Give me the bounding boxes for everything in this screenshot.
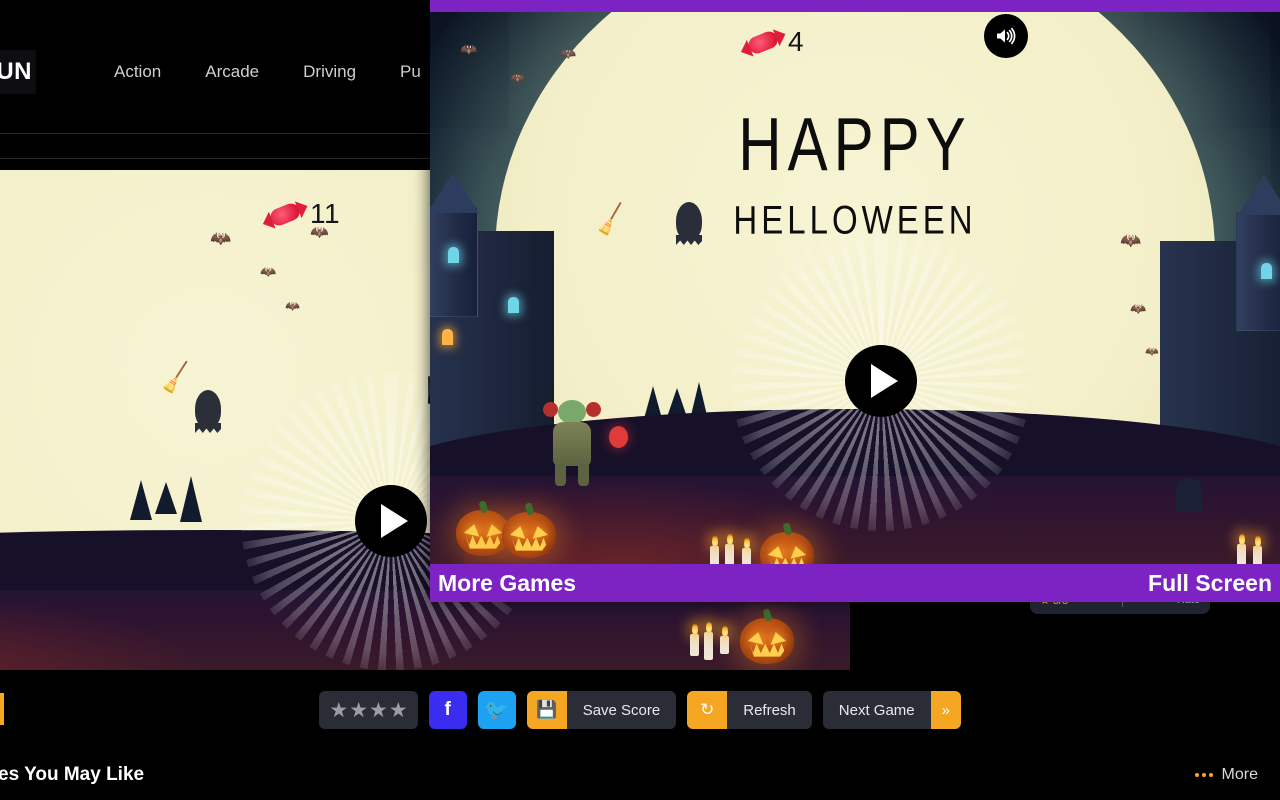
candy-icon — [267, 200, 303, 228]
clown-enemy — [542, 400, 628, 486]
pine-tree — [180, 476, 202, 522]
game-action-bar: ★ ★ ★ ★ f 🐦 💾 Save Score ↻ Refresh » Nex… — [0, 670, 1280, 750]
halloween-scene-popup: 🦇 🦇 🦇 🦇 🦇 🦇 🦇 🦇 🧹 — [430, 12, 1280, 564]
refresh-button[interactable]: ↻ Refresh — [687, 691, 812, 729]
bat-icon: 🦇 — [210, 229, 232, 248]
bat-icon: 🦇 — [560, 46, 577, 61]
section-title: es You May Like — [0, 764, 145, 785]
pumpkin-eye — [768, 630, 787, 645]
recommended-games-header: es You May Like More — [0, 750, 1280, 800]
pumpkin-mouth — [465, 535, 501, 549]
clown-leg — [578, 464, 589, 486]
pumpkin-mouth — [749, 643, 785, 657]
game-title-popup: HAPPY HELLOWEEN — [430, 103, 1280, 242]
bat-icon: 🦇 — [1145, 346, 1159, 358]
star-icon[interactable]: ★ — [369, 700, 388, 721]
clown-leg — [555, 464, 566, 486]
chevron-right-icon: » — [930, 691, 961, 729]
candy-score-value: 4 — [788, 26, 805, 57]
main-nav: Action Arcade Driving Pu — [0, 50, 443, 94]
candle — [725, 544, 734, 564]
save-score-button[interactable]: 💾 Save Score — [526, 691, 677, 729]
next-game-label: Next Game — [822, 691, 931, 729]
witch-icon: 🧹 — [157, 359, 196, 397]
save-score-label: Save Score — [566, 691, 677, 729]
castle-window — [442, 328, 453, 345]
clown-head — [558, 400, 586, 424]
candy-score-hud: 4 — [745, 26, 805, 58]
refresh-icon: ↻ — [687, 691, 728, 729]
pumpkin-eye — [463, 522, 482, 537]
candy-score-hud: 11 — [267, 198, 341, 230]
castle-window — [508, 296, 519, 313]
star-icon[interactable]: ★ — [389, 700, 408, 721]
play-area-popup — [730, 230, 1031, 531]
next-game-button[interactable]: » Next Game — [822, 691, 961, 729]
pumpkin-mouth — [511, 537, 547, 551]
play-button[interactable] — [354, 484, 427, 557]
castle-window — [1261, 262, 1272, 279]
pumpkin-eye — [747, 630, 766, 645]
sound-on-icon — [997, 27, 1016, 45]
game-title-main: HAPPY — [738, 102, 972, 187]
rating-stars[interactable]: ★ ★ ★ ★ — [319, 691, 418, 729]
popup-bottom-bar: More Games Full Screen — [430, 564, 1280, 602]
candy-icon — [745, 28, 781, 56]
balloon — [609, 426, 628, 448]
clown-hair — [543, 402, 558, 417]
candle — [1237, 544, 1246, 564]
play-area-background — [240, 370, 541, 670]
popup-top-bar — [430, 0, 1280, 12]
jack-o-lantern — [740, 618, 794, 664]
star-icon[interactable]: ★ — [349, 700, 368, 721]
bat-icon: 🦇 — [460, 41, 478, 57]
pumpkin-eye — [530, 524, 549, 539]
game-popup-window[interactable]: 🦇 🦇 🦇 🦇 🦇 🦇 🦇 🦇 🧹 — [430, 0, 1280, 602]
more-link[interactable]: More — [1194, 766, 1258, 784]
nav-item-driving[interactable]: Driving — [281, 50, 378, 94]
sound-toggle-button[interactable] — [984, 14, 1028, 58]
bat-icon: 🦇 — [1130, 301, 1147, 316]
candle — [690, 634, 699, 656]
pumpkin-eye — [788, 544, 807, 559]
clown-hair — [586, 402, 601, 417]
gravestone — [1176, 478, 1202, 512]
pumpkin-eye — [484, 522, 503, 537]
clipped-orange-accent — [0, 693, 4, 725]
screen-root: FUN Action Arcade Driving Pu 🦇 🦇 🦇 🦇 — [0, 0, 1280, 800]
full-screen-link[interactable]: Full Screen — [1148, 570, 1272, 597]
nav-item-arcade[interactable]: Arcade — [183, 50, 281, 94]
play-icon — [870, 363, 898, 398]
star-icon[interactable]: ★ — [329, 700, 348, 721]
jack-o-lantern — [502, 512, 556, 558]
refresh-label: Refresh — [727, 691, 812, 729]
candle — [704, 632, 713, 660]
save-icon: 💾 — [526, 691, 567, 729]
play-icon — [380, 503, 408, 538]
twitter-share-button[interactable]: 🐦 — [477, 691, 516, 729]
candle — [1253, 546, 1262, 564]
popup-game-stage[interactable]: 🦇 🦇 🦇 🦇 🦇 🦇 🦇 🦇 🧹 — [430, 12, 1280, 564]
candle — [720, 636, 729, 654]
bat-icon: 🦇 — [510, 71, 525, 85]
nav-item-action[interactable]: Action — [92, 50, 183, 94]
candle — [710, 546, 719, 564]
facebook-share-button[interactable]: f — [428, 691, 467, 729]
candy-score-value: 11 — [310, 198, 341, 229]
clown-body — [553, 422, 591, 466]
castle-window — [448, 246, 459, 263]
pine-tree — [155, 482, 177, 514]
play-button[interactable] — [844, 344, 917, 417]
pine-tree — [130, 480, 152, 520]
more-games-link[interactable]: More Games — [438, 570, 576, 597]
pumpkin-eye — [767, 544, 786, 559]
more-dots-icon — [1194, 773, 1213, 777]
pumpkin-eye — [509, 524, 528, 539]
more-label: More — [1221, 766, 1258, 783]
candle — [742, 548, 751, 564]
